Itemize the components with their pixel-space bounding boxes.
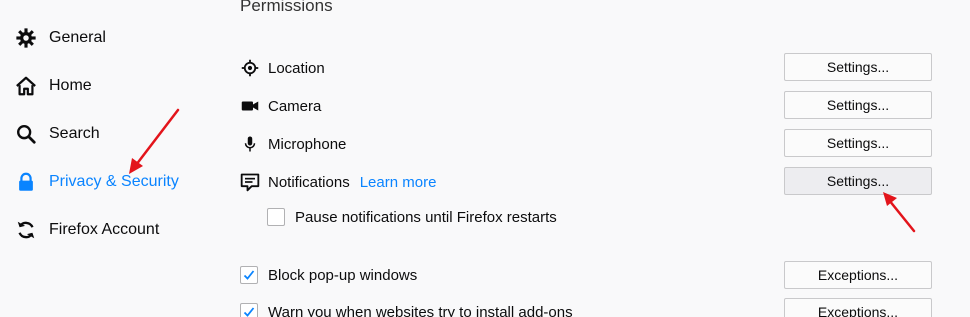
sidebar-item-label: General [49, 29, 106, 46]
checkmark-icon [243, 307, 255, 317]
sidebar-item-label: Search [49, 125, 100, 142]
location-icon [240, 58, 260, 78]
sidebar-item-label: Firefox Account [49, 221, 160, 238]
permission-label: Location [268, 59, 325, 77]
pause-notifications-option: Pause notifications until Firefox restar… [267, 206, 557, 228]
permission-row-notifications: Notifications Learn more [240, 168, 436, 196]
preferences-page: General Home Search Privacy & Security F… [0, 0, 970, 317]
block-popups-checkbox[interactable] [240, 266, 258, 284]
permission-label: Notifications [268, 173, 350, 191]
sidebar: General Home Search Privacy & Security F… [0, 0, 210, 317]
home-icon [14, 74, 38, 98]
notifications-settings-button[interactable]: Settings... [784, 167, 932, 195]
pause-notifications-checkbox[interactable] [267, 208, 285, 226]
block-popups-label: Block pop-up windows [268, 266, 418, 284]
pause-notifications-label: Pause notifications until Firefox restar… [295, 208, 557, 226]
location-settings-button[interactable]: Settings... [784, 53, 932, 81]
permission-row-camera: Camera [240, 92, 321, 120]
permission-row-location: Location [240, 54, 325, 82]
microphone-icon [240, 134, 260, 154]
gear-icon [14, 26, 38, 50]
sidebar-item-label: Privacy & Security [49, 173, 179, 190]
permission-label: Camera [268, 97, 322, 115]
warn-addons-label: Warn you when websites try to install ad… [268, 303, 573, 317]
addons-exceptions-button[interactable]: Exceptions... [784, 298, 932, 317]
camera-icon [240, 96, 260, 116]
permission-row-microphone: Microphone [240, 130, 346, 158]
section-title-permissions: Permissions [240, 0, 333, 15]
sidebar-item-firefox-account[interactable]: Firefox Account [14, 215, 204, 245]
popup-exceptions-button[interactable]: Exceptions... [784, 261, 932, 289]
notifications-icon [240, 172, 260, 192]
block-popups-option: Block pop-up windows [240, 264, 417, 286]
sync-icon [14, 218, 38, 242]
warn-addons-option: Warn you when websites try to install ad… [240, 301, 573, 317]
main-content: Permissions Location Settings... Camera … [210, 0, 970, 317]
learn-more-link[interactable]: Learn more [360, 174, 437, 191]
lock-icon [14, 170, 38, 194]
warn-addons-checkbox[interactable] [240, 303, 258, 317]
camera-settings-button[interactable]: Settings... [784, 91, 932, 119]
microphone-settings-button[interactable]: Settings... [784, 129, 932, 157]
sidebar-item-label: Home [49, 77, 92, 94]
sidebar-item-privacy-security[interactable]: Privacy & Security [14, 167, 204, 197]
checkmark-icon [243, 270, 255, 280]
sidebar-item-general[interactable]: General [14, 23, 204, 53]
permission-label: Microphone [268, 135, 347, 153]
sidebar-item-home[interactable]: Home [14, 71, 204, 101]
search-icon [14, 122, 38, 146]
sidebar-item-search[interactable]: Search [14, 119, 204, 149]
